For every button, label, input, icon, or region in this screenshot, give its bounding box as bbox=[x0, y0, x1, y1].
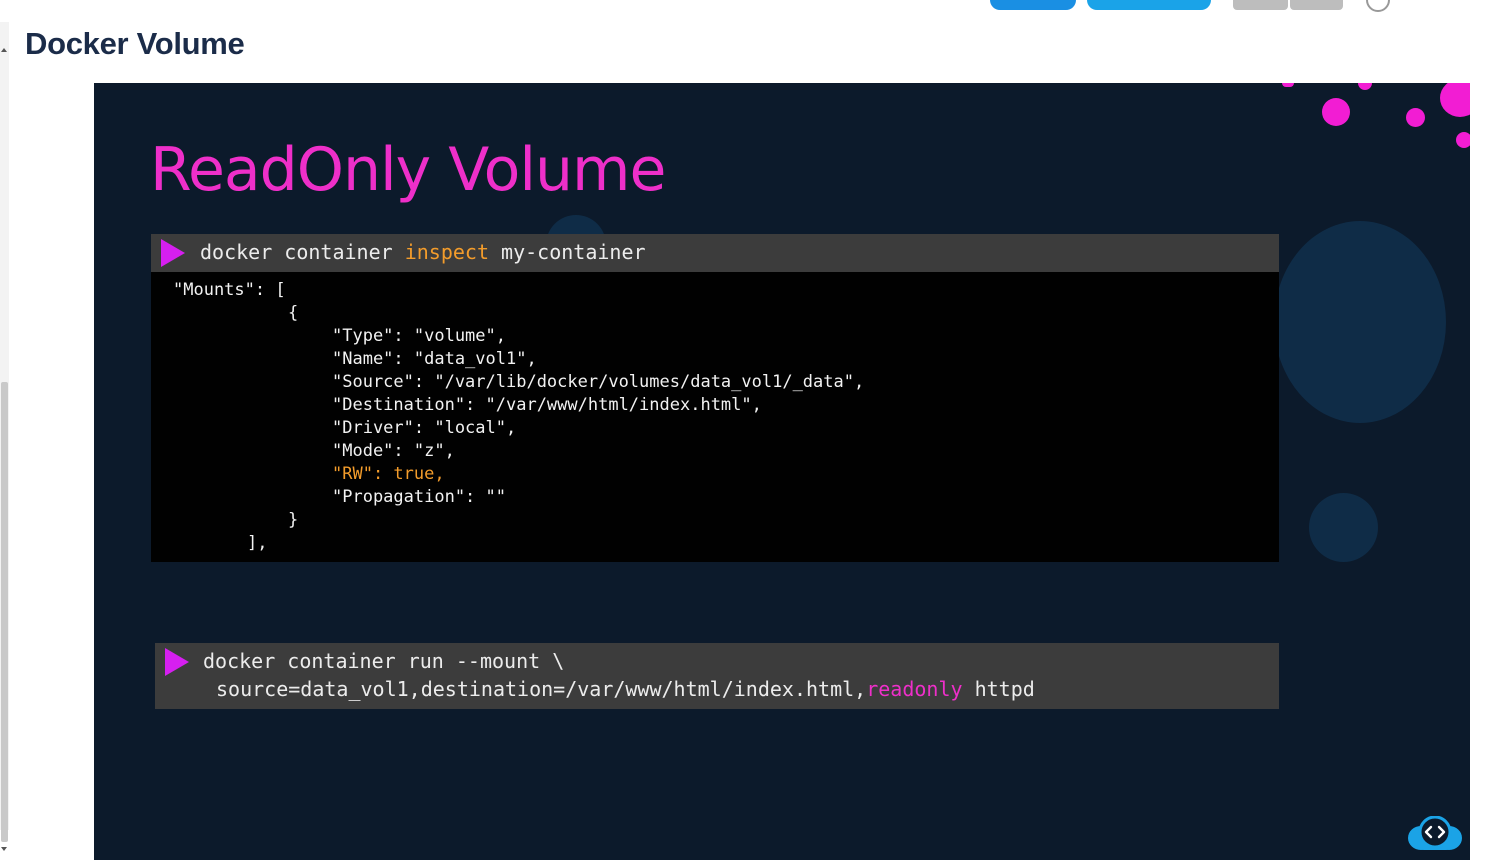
play-icon bbox=[161, 239, 185, 267]
run-command-line2-pre: source=data_vol1,destination=/var/www/ht… bbox=[216, 677, 867, 701]
brace-close: } bbox=[288, 510, 299, 530]
scroll-down-icon[interactable] bbox=[1, 847, 7, 851]
toolbar-button-4[interactable] bbox=[1290, 0, 1343, 10]
cloud-code-logo-icon bbox=[1408, 816, 1462, 850]
decor-circle bbox=[1322, 98, 1350, 126]
decor-circle bbox=[1440, 83, 1470, 117]
json-field: "Driver": "local", bbox=[332, 418, 517, 438]
readonly-keyword: readonly bbox=[866, 677, 963, 701]
slide: ReadOnly Volume docker container inspect… bbox=[94, 83, 1470, 860]
run-command-bar: docker container run --mount \ source=da… bbox=[155, 643, 1279, 709]
run-command-line1: docker container run --mount \ bbox=[203, 649, 565, 673]
json-field: "Name": "data_vol1", bbox=[332, 349, 537, 369]
run-command-line2: source=data_vol1,destination=/var/www/ht… bbox=[216, 677, 1035, 701]
page-scrollbar[interactable] bbox=[0, 22, 9, 851]
decor-circle bbox=[1282, 83, 1294, 87]
brace-open: { bbox=[288, 303, 299, 323]
run-command-line2-post: httpd bbox=[962, 677, 1035, 701]
scrollbar-thumb[interactable] bbox=[1, 382, 8, 842]
mounts-open: "Mounts": [ bbox=[173, 280, 286, 300]
toolbar-button-3[interactable] bbox=[1233, 0, 1288, 10]
decor-circle bbox=[1358, 83, 1372, 90]
play-icon bbox=[165, 648, 189, 676]
help-icon[interactable] bbox=[1366, 0, 1390, 12]
inspect-command-pre: docker container bbox=[200, 240, 405, 264]
json-field: "Propagation": "" bbox=[332, 487, 506, 507]
inspect-command-keyword: inspect bbox=[404, 240, 489, 264]
rw-field: "RW": true, bbox=[332, 464, 445, 484]
json-field: "Destination": "/var/www/html/index.html… bbox=[332, 395, 762, 415]
decor-circle bbox=[1309, 493, 1378, 562]
mounts-close: ], bbox=[247, 533, 268, 553]
decor-circle bbox=[1274, 221, 1446, 423]
scroll-up-icon[interactable] bbox=[1, 48, 7, 52]
mounts-output: "Mounts": [ { "Type": "volume", "Name": … bbox=[151, 272, 1279, 562]
json-field: "Source": "/var/lib/docker/volumes/data_… bbox=[332, 372, 865, 392]
inspect-command-post: my-container bbox=[489, 240, 646, 264]
slide-title: ReadOnly Volume bbox=[150, 135, 666, 205]
page-title: Docker Volume bbox=[25, 26, 245, 61]
json-field: "Type": "volume", bbox=[332, 326, 506, 346]
json-field: "Mode": "z", bbox=[332, 441, 455, 461]
decor-circle bbox=[1406, 108, 1425, 127]
decor-circle bbox=[1456, 132, 1470, 148]
toolbar-button-1[interactable] bbox=[990, 0, 1076, 10]
toolbar-button-2[interactable] bbox=[1087, 0, 1211, 10]
inspect-command: docker container inspect my-container bbox=[200, 240, 646, 264]
inspect-command-bar: docker container inspect my-container bbox=[151, 234, 1279, 272]
